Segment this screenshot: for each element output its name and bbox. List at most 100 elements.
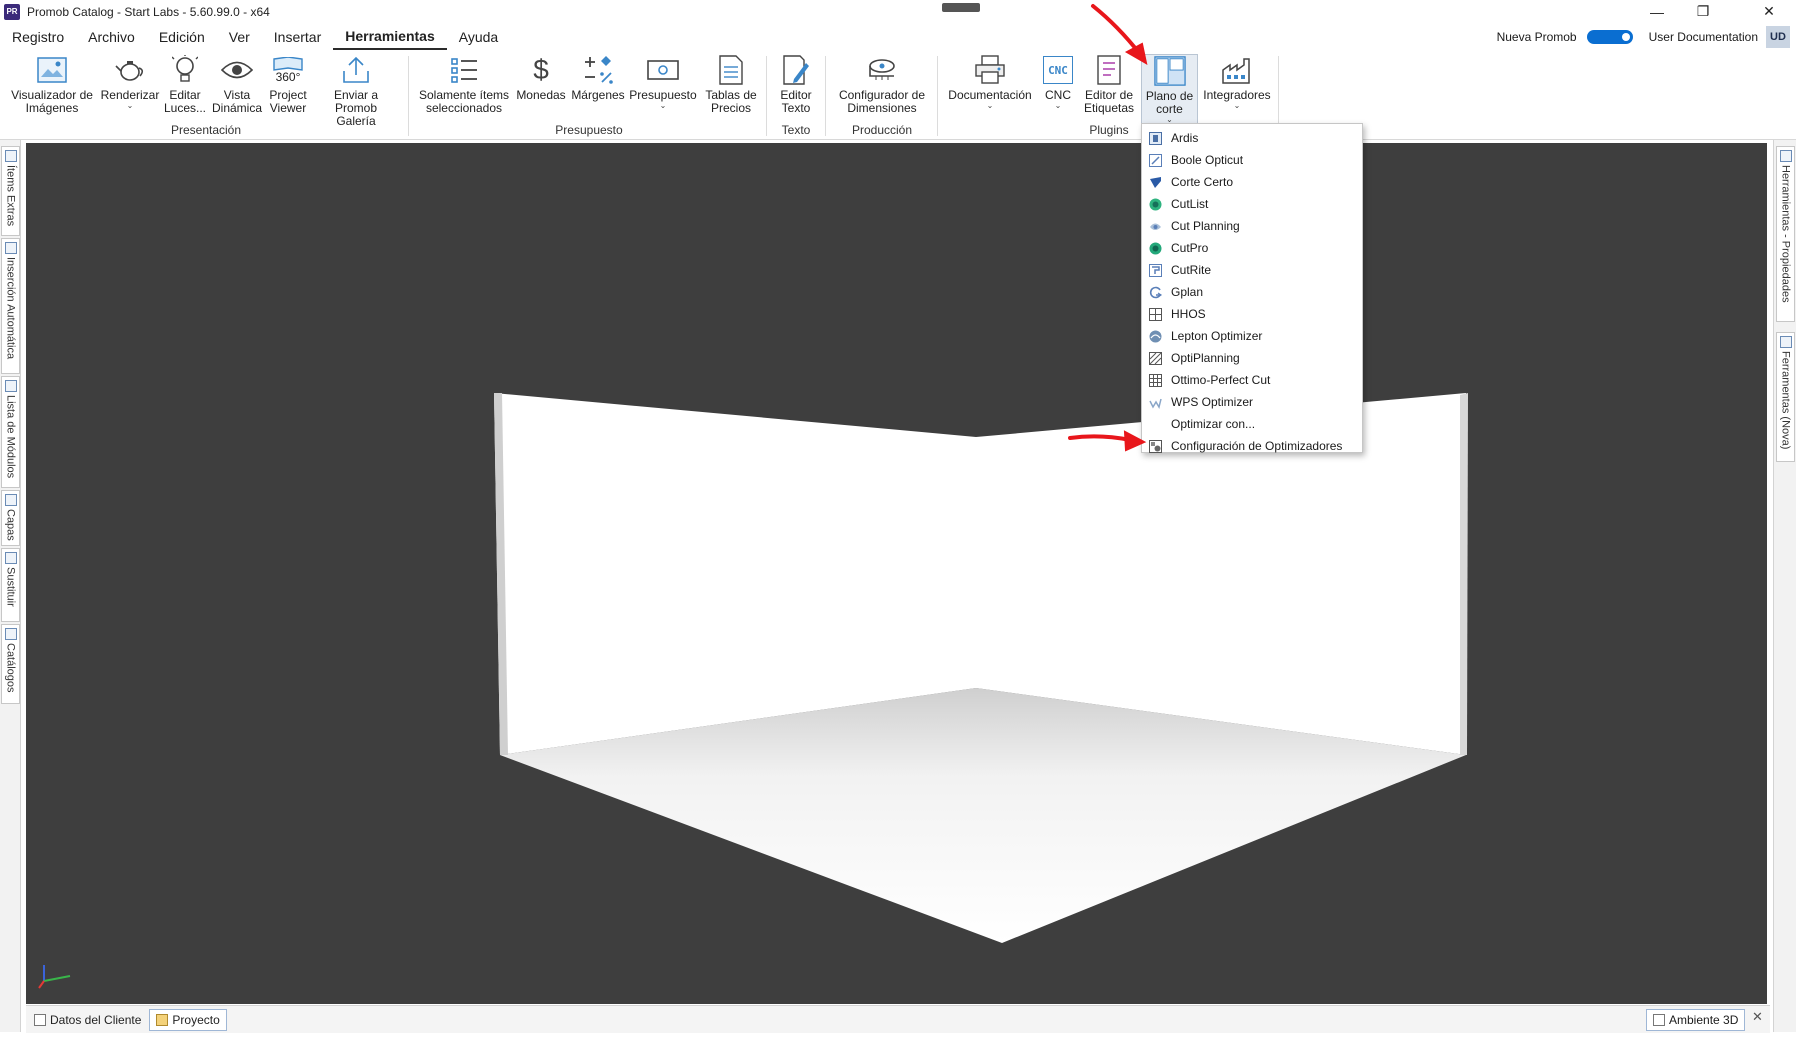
3d-environment-icon — [1653, 1014, 1665, 1026]
label-editor-icon — [1093, 54, 1125, 86]
dropdown-item-ardis[interactable]: Ardis — [1142, 127, 1362, 149]
close-button[interactable]: ✕ — [1746, 0, 1792, 23]
dropdown-item-corte-certo[interactable]: Corte Certo — [1142, 171, 1362, 193]
margenes-button[interactable]: Márgenes — [570, 54, 626, 128]
app-logo-icon: PR — [4, 3, 20, 20]
upload-icon — [340, 54, 372, 86]
menu-registro[interactable]: Registro — [0, 23, 76, 50]
dropdown-item-cutlist[interactable]: CutList — [1142, 193, 1362, 215]
printer-icon — [974, 54, 1006, 86]
group-label-produccion: Producción — [851, 123, 913, 137]
tab-ferramentas-nova[interactable]: Ferramentas (Nova) — [1776, 332, 1795, 462]
cutlist-icon — [1148, 197, 1162, 211]
dropdown-item-hhos[interactable]: HHOS — [1142, 303, 1362, 325]
dropdown-item-gplan[interactable]: Gplan — [1142, 281, 1362, 303]
menu-herramientas[interactable]: Herramientas — [333, 23, 447, 50]
catalog-icon — [4, 628, 17, 640]
nueva-promob-toggle[interactable] — [1586, 29, 1633, 44]
teapot-icon — [114, 54, 146, 86]
tab-items-extras[interactable]: Ítems Extras — [1, 146, 20, 236]
enviar-promob-galeria-button[interactable]: Enviar a Promob Galería — [314, 54, 398, 128]
menu-archivo[interactable]: Archivo — [76, 23, 147, 50]
chevron-down-icon: ⌄ — [1054, 101, 1062, 110]
integradores-button[interactable]: Integradores ⌄ — [1202, 54, 1272, 128]
tablas-precios-button[interactable]: Tablas de Precios — [700, 54, 762, 128]
cnc-button[interactable]: CNC CNC ⌄ — [1040, 54, 1076, 128]
ardis-icon — [1148, 131, 1162, 145]
editar-luces-button[interactable]: Editar Luces... — [164, 54, 206, 128]
tab-proyecto[interactable]: Proyecto — [149, 1008, 227, 1031]
avatar[interactable]: UD — [1766, 25, 1790, 48]
renderizar-button[interactable]: Renderizar ⌄ — [100, 54, 160, 128]
menu-edicion[interactable]: Edición — [147, 23, 217, 50]
nueva-promob-label: Nueva Promob — [1496, 29, 1577, 44]
presupuesto-button[interactable]: Presupuesto ⌄ — [628, 54, 698, 128]
dropdown-item-ottimo-perfect-cut[interactable]: Ottimo-Perfect Cut — [1142, 369, 1362, 391]
title-grip-handle[interactable] — [942, 3, 980, 12]
cnc-icon: CNC — [1042, 54, 1074, 86]
tab-sustituir[interactable]: Sustituir — [1, 548, 20, 622]
image-viewer-icon — [36, 54, 68, 86]
ribbon-toolbar: Visualizador de Imágenes Renderizar ⌄ Ed… — [0, 50, 1796, 140]
dropdown-item-cut-planning[interactable]: Cut Planning — [1142, 215, 1362, 237]
replace-icon — [4, 552, 17, 564]
tab-datos-cliente[interactable]: Datos del Cliente — [28, 1009, 147, 1031]
documentacion-button[interactable]: Documentación ⌄ — [946, 54, 1034, 128]
plano-corte-button[interactable]: Plano de corte ⌄ — [1141, 54, 1198, 124]
project-viewer-button[interactable]: 360° Project Viewer — [266, 54, 310, 128]
tab-herramientas-propiedades[interactable]: Herramientas - Propiedades — [1776, 146, 1795, 322]
monedas-button[interactable]: $ Monedas — [514, 54, 568, 128]
price-table-icon — [715, 54, 747, 86]
group-label-presentacion: Presentación — [170, 123, 242, 137]
tape-measure-icon — [866, 54, 898, 86]
dropdown-item-cutrite[interactable]: CutRite — [1142, 259, 1362, 281]
tools-new-icon — [1779, 336, 1792, 348]
menu-ver[interactable]: Ver — [217, 23, 262, 50]
dropdown-item-cutpro[interactable]: CutPro — [1142, 237, 1362, 259]
gplan-icon — [1148, 285, 1162, 299]
ribbon-separator — [408, 56, 409, 136]
config-optimizers-icon — [1148, 439, 1162, 453]
dropdown-item-wps-optimizer[interactable]: WPS Optimizer — [1142, 391, 1362, 413]
light-bulb-icon — [169, 54, 201, 86]
dropdown-item-boole-opticut[interactable]: Boole Opticut — [1142, 149, 1362, 171]
title-bar: PR Promob Catalog - Start Labs - 5.60.99… — [0, 0, 1796, 23]
dollar-icon: $ — [533, 54, 549, 85]
wps-icon — [1148, 395, 1162, 409]
checklist-icon — [448, 54, 480, 86]
chevron-down-icon: ⌄ — [1233, 101, 1241, 110]
editor-texto-button[interactable]: Editor Texto — [772, 54, 820, 128]
dropdown-item-configuracion-optimizadores[interactable]: Configuración de Optimizadores — [1142, 435, 1362, 457]
dropdown-item-optiplanning[interactable]: OptiPlanning — [1142, 347, 1362, 369]
chevron-down-icon: ⌄ — [659, 101, 667, 110]
menu-insertar[interactable]: Insertar — [262, 23, 333, 50]
viewport-3d[interactable] — [26, 143, 1767, 1004]
close-ambiente-button[interactable]: ✕ — [1752, 1009, 1763, 1025]
plano-corte-dropdown: Ardis Boole Opticut Corte Certo CutList … — [1141, 123, 1363, 453]
tab-insercion-automatica[interactable]: Inserción Automática — [1, 238, 20, 374]
visualizador-imagenes-button[interactable]: Visualizador de Imágenes — [8, 54, 96, 128]
tab-catalogos[interactable]: Catálogos — [1, 624, 20, 704]
dropdown-item-optimizar-con[interactable]: Optimizar con... — [1142, 413, 1362, 435]
tab-ambiente-3d[interactable]: Ambiente 3D — [1646, 1009, 1746, 1031]
money-bill-icon — [647, 54, 679, 86]
module-list-icon — [4, 380, 17, 392]
chevron-down-icon: ⌄ — [986, 101, 994, 110]
menu-ayuda[interactable]: Ayuda — [447, 23, 510, 50]
vista-dinamica-button[interactable]: Vista Dinámica — [210, 54, 264, 128]
tab-capas[interactable]: Capas — [1, 490, 20, 546]
solamente-items-seleccionados-button[interactable]: Solamente ítems seleccionados — [418, 54, 510, 128]
status-bar: Datos del Cliente Proyecto Ambiente 3D ✕ — [26, 1005, 1770, 1033]
left-dock-strip: Ítems Extras Inserción Automática Lista … — [0, 140, 21, 1032]
room-wall-right-edge — [1460, 393, 1468, 755]
menu-bar: Registro Archivo Edición Ver Insertar He… — [0, 23, 1796, 50]
items-extras-icon — [4, 150, 17, 162]
user-documentation-link[interactable]: User Documentation — [1649, 30, 1758, 44]
dropdown-item-lepton-optimizer[interactable]: Lepton Optimizer — [1142, 325, 1362, 347]
editor-etiquetas-button[interactable]: Editor de Etiquetas — [1082, 54, 1136, 128]
configurador-dimensiones-button[interactable]: Configurador de Dimensiones — [832, 54, 932, 128]
layers-icon — [4, 494, 17, 506]
minimize-button[interactable]: — — [1634, 0, 1680, 23]
tab-lista-modulos[interactable]: Lista de Módulos — [1, 376, 20, 488]
restore-button[interactable]: ❐ — [1680, 0, 1726, 23]
